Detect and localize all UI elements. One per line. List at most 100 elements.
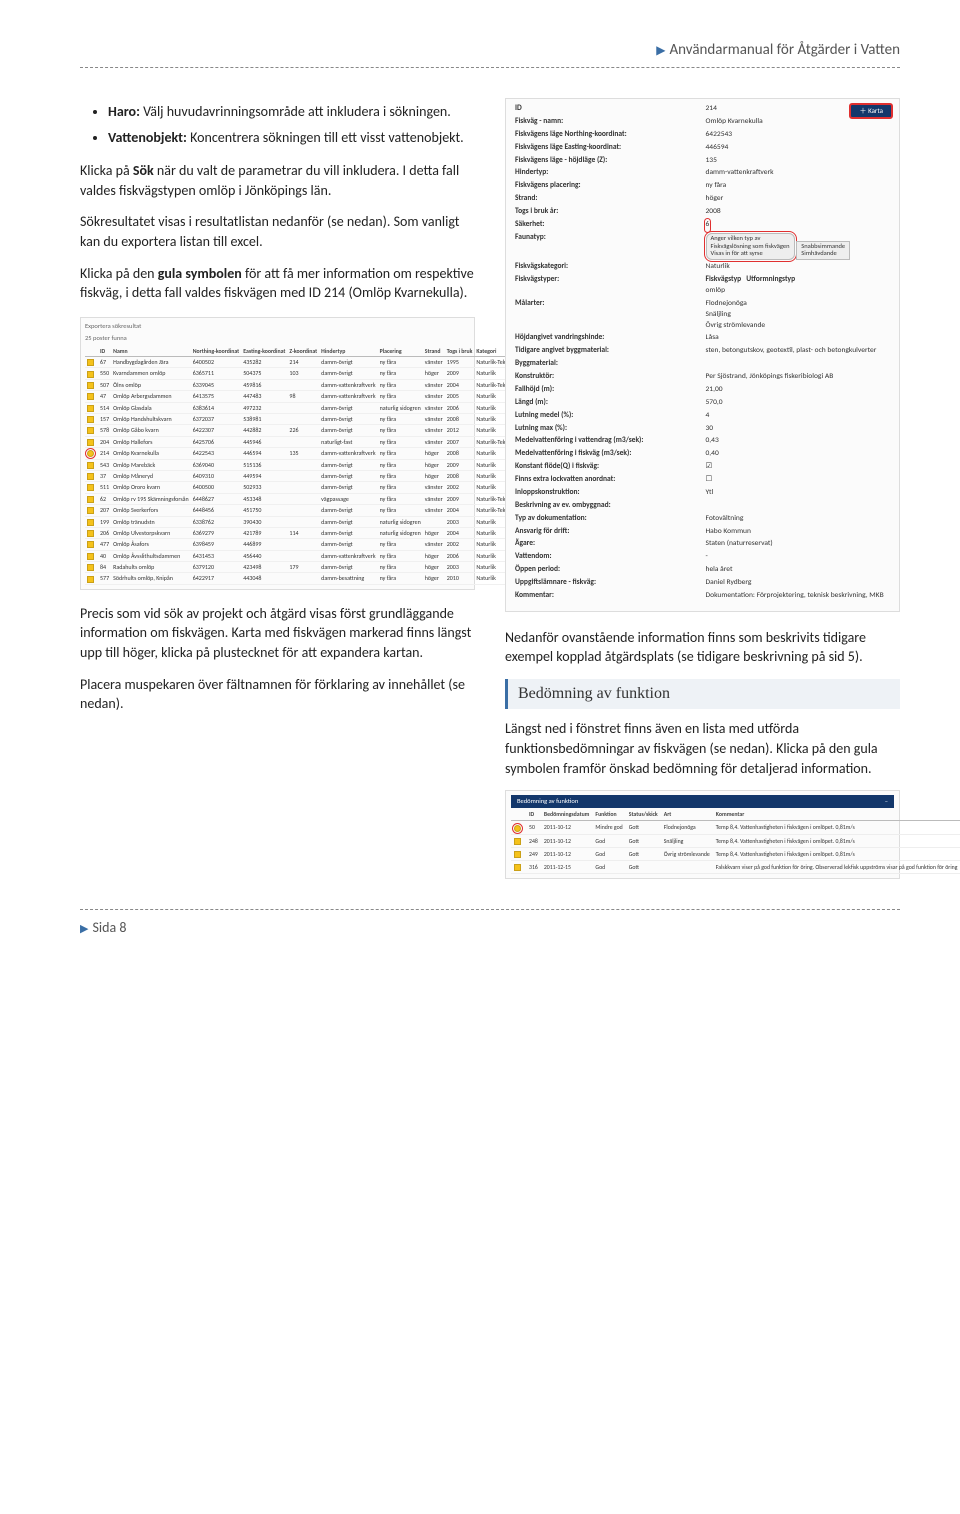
result-header[interactable]: Placering (378, 346, 423, 357)
bedom-header[interactable]: Bedömningsdatum (541, 808, 593, 821)
row-open-icon[interactable] (87, 359, 94, 366)
detail-value: damm-vattenkraftverk (703, 167, 894, 180)
bedom-header[interactable]: ID (526, 808, 541, 821)
result-cell: 451750 (241, 505, 287, 516)
result-cell: Radahults omlöp (111, 562, 191, 573)
bedom-cell (661, 860, 713, 873)
result-header[interactable]: ID (98, 346, 111, 357)
table-row[interactable]: 62Omlöp rv 195 Skämningsforsån6448627453… (85, 493, 517, 504)
bedom-header[interactable]: Status/skick (626, 808, 661, 821)
result-header[interactable]: Z-koordinat (287, 346, 319, 357)
result-header[interactable]: Easting-koordinat (241, 346, 287, 357)
row-open-icon[interactable] (87, 530, 94, 537)
detail-key: Målarter: (512, 298, 703, 333)
row-open-icon[interactable] (87, 553, 94, 560)
row-open-icon[interactable] (87, 462, 94, 469)
row-open-icon[interactable] (87, 564, 94, 571)
result-cell: naturlig sidogren (378, 402, 423, 413)
sakerhet-value: 6 (706, 220, 710, 231)
result-cell: ny fåra (378, 391, 423, 402)
result-cell: damm-övrigt (319, 516, 377, 527)
bedom-bar-title: Bedömning av funktion (517, 797, 578, 806)
table-row[interactable]: 47Omlöp Arbergsdammen641357544748398damm… (85, 391, 517, 402)
row-open-icon[interactable] (87, 576, 94, 583)
result-cell: Omlöp Åvsslithultsdammen (111, 550, 191, 561)
result-cell: 199 (98, 516, 111, 527)
result-header[interactable]: Hindertyp (319, 346, 377, 357)
detail-key: Vattendom: (512, 551, 703, 564)
row-open-icon[interactable] (87, 405, 94, 412)
table-row[interactable]: 207Omlöp Sverkerfors6448456451750damm-öv… (85, 505, 517, 516)
table-row[interactable]: 37Omlöp Måneryd6409310449594damm-övrigtn… (85, 470, 517, 481)
table-row[interactable]: 511Omlöp Ororo kvarn6400500502933damm-öv… (85, 482, 517, 493)
detail-value: 4 (703, 410, 894, 423)
table-row[interactable]: 477Omlöp Åsafors6398459446899damm-övrigt… (85, 539, 517, 550)
table-row[interactable]: 577Södrhults omlöp, Knipån6422917443048d… (85, 573, 517, 584)
result-export-label[interactable]: Exportera sökresultat (85, 322, 470, 331)
result-header[interactable]: Namn (111, 346, 191, 357)
row-open-icon[interactable] (514, 838, 521, 845)
detail-value: ny fåra (703, 180, 894, 193)
table-row[interactable]: 157Omlöp Handshultskvarn6372037538981dam… (85, 414, 517, 425)
karta-button[interactable]: ＋ Karta (849, 103, 893, 119)
table-row[interactable]: 550Kvarndammen omlöp6365711504375103damm… (85, 368, 517, 379)
row-open-icon[interactable] (87, 371, 94, 378)
result-cell: Omlöp Sverkerfors (111, 505, 191, 516)
result-cell (287, 505, 319, 516)
row-open-icon[interactable] (87, 519, 94, 526)
table-row[interactable]: 67Handbygdagården Jära6400502435282214da… (85, 357, 517, 368)
bedom-header[interactable]: Art (661, 808, 713, 821)
table-row[interactable]: 2492011-10-12GodGottÖvrig strömlevandeTe… (511, 847, 960, 860)
bedom-cell: 2011-10-12 (541, 834, 593, 847)
row-open-icon[interactable] (87, 450, 94, 457)
table-row[interactable]: 206Omlöp Ulvestorpskvarn6369279421789114… (85, 527, 517, 538)
bedom-cell: God (592, 834, 625, 847)
faunatyp-tooltip-box: Anger vilken typ av Fiskvägslösning som … (706, 233, 795, 260)
embedded-result-table: Exportera sökresultat 25 poster funna ID… (80, 317, 475, 590)
row-open-icon[interactable] (514, 864, 521, 871)
result-header[interactable]: Togs i bruk (445, 346, 475, 357)
bedom-bar-collapse-icon[interactable]: – (885, 797, 888, 806)
result-header[interactable]: Northing-koordinat (191, 346, 241, 357)
table-row[interactable]: 543Omlöp Marebäck6369040515136damm-övrig… (85, 459, 517, 470)
bedom-cell: 2011-12-15 (541, 860, 593, 873)
table-row[interactable]: 204Omlöp Hallefors6425706445946naturligt… (85, 436, 517, 447)
detail-key: Konstruktör: (512, 371, 703, 384)
result-cell: vänster (423, 539, 445, 550)
row-open-icon[interactable] (87, 427, 94, 434)
table-row[interactable]: 507Ölns omlöp6339045459816damm-vattenkra… (85, 379, 517, 390)
row-open-icon[interactable] (87, 507, 94, 514)
result-cell: damm-besattning (319, 573, 377, 584)
table-row[interactable]: 214Omlöp Kvarnekulla6422543446594135damm… (85, 448, 517, 459)
row-open-icon[interactable] (514, 825, 521, 832)
bedom-header[interactable]: Kommentar (713, 808, 960, 821)
row-open-icon[interactable] (87, 484, 94, 491)
detail-key: Fiskvägskategori: (512, 261, 703, 274)
bedom-header[interactable]: Funktion (592, 808, 625, 821)
detail-value: Ytl (703, 487, 894, 500)
table-row[interactable]: 84Radahults omlöp6379120423498179damm-öv… (85, 562, 517, 573)
row-open-icon[interactable] (87, 496, 94, 503)
result-cell: damm-övrigt (319, 368, 377, 379)
table-row[interactable]: 199Omlöp tränudstn6338762390430damm-övri… (85, 516, 517, 527)
detail-value: 21,00 (703, 384, 894, 397)
table-row[interactable]: 502011-10-12Mindre godGottFlodnejonögaTe… (511, 821, 960, 834)
table-row[interactable]: 2482011-10-12GodGottSnäljlingTemp 8,4. V… (511, 834, 960, 847)
row-open-icon[interactable] (87, 416, 94, 423)
row-open-icon[interactable] (87, 439, 94, 446)
row-open-icon[interactable] (514, 851, 521, 858)
table-row[interactable]: 3162011-12-15GodGottFalskkvarn viser på … (511, 860, 960, 873)
row-open-icon[interactable] (87, 541, 94, 548)
result-cell: 103 (287, 368, 319, 379)
detail-value: sten, betongutskov, geotextil, plast- oc… (703, 345, 894, 358)
row-open-icon[interactable] (87, 473, 94, 480)
header-caret-icon: ▶ (656, 44, 665, 58)
detail-value: 0,43 (703, 435, 894, 448)
result-header[interactable]: Strand (423, 346, 445, 357)
table-row[interactable]: 578Omlöp Gåbo kvarn6422307442882226damm-… (85, 425, 517, 436)
row-open-icon[interactable] (87, 393, 94, 400)
row-open-icon[interactable] (87, 382, 94, 389)
table-row[interactable]: 514Omlöp Glasdala6383614497232damm-övrig… (85, 402, 517, 413)
result-cell: vänster (423, 482, 445, 493)
table-row[interactable]: 40Omlöp Åvsslithultsdammen6431453456440d… (85, 550, 517, 561)
